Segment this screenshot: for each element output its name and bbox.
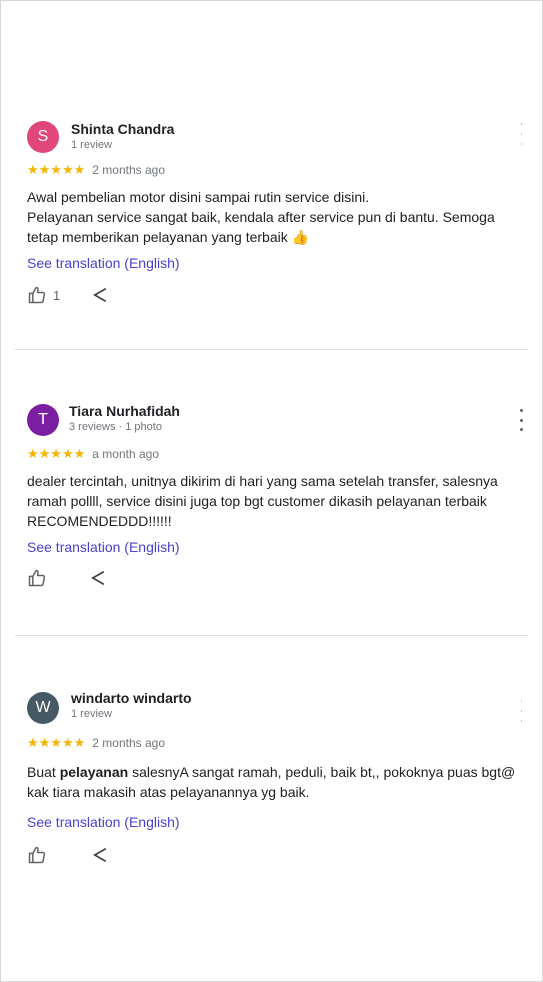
reviewer-name[interactable]: windarto windarto: [71, 690, 192, 706]
review-text-bold: pelayanan: [59, 764, 129, 780]
see-translation-link[interactable]: See translation (English): [27, 814, 180, 830]
thumb-up-icon: [28, 286, 46, 304]
thumb-up-icon: [28, 846, 46, 864]
reviewer-name[interactable]: Shinta Chandra: [71, 121, 174, 137]
share-button[interactable]: [91, 286, 109, 304]
avatar[interactable]: W: [27, 692, 59, 724]
rating-row: ★★★★★ 2 months ago: [27, 735, 165, 751]
review-actions: 1: [27, 285, 60, 305]
share-button[interactable]: [89, 569, 107, 587]
more-vert-icon: [520, 700, 522, 702]
share-icon: [91, 571, 105, 585]
avatar[interactable]: T: [27, 404, 59, 436]
reviewer-meta: 3 reviews · 1 photo: [69, 421, 162, 433]
like-button[interactable]: [27, 845, 47, 865]
review-text: Awal pembelian motor disini sampai rutin…: [27, 187, 522, 247]
review-text: Buat pelayanan salesnyA sangat ramah, pe…: [27, 762, 522, 802]
reviewer-meta: 1 review: [71, 708, 112, 720]
review-text-line: Pelayanan service sangat baik, kendala a…: [27, 209, 495, 245]
reviews-panel: S Shinta Chandra 1 review ★★★★★ 2 months…: [0, 0, 543, 982]
more-vert-icon: [519, 409, 523, 412]
see-translation-link[interactable]: See translation (English): [27, 255, 180, 271]
share-icon: [93, 848, 107, 862]
review-time: 2 months ago: [92, 736, 165, 750]
review-text: dealer tercintah, unitnya dikirim di har…: [27, 473, 498, 529]
reviewer-name[interactable]: Tiara Nurhafidah: [69, 403, 180, 419]
see-translation-link[interactable]: See translation (English): [27, 539, 180, 555]
review-time: a month ago: [92, 447, 159, 461]
like-button[interactable]: 1: [27, 285, 60, 305]
review-actions: [27, 845, 47, 865]
review-text-part: Buat: [27, 764, 60, 780]
review-text-line: Awal pembelian motor disini sampai rutin…: [27, 189, 370, 205]
like-button[interactable]: [27, 568, 47, 588]
divider: [15, 349, 528, 350]
star-rating: ★★★★★: [27, 446, 86, 461]
more-vert-icon: [520, 123, 522, 125]
more-options-button[interactable]: [515, 409, 527, 431]
rating-row: ★★★★★ 2 months ago: [27, 162, 165, 178]
like-count: 1: [53, 287, 61, 303]
reviewer-meta: 1 review: [71, 139, 112, 151]
avatar[interactable]: S: [27, 121, 59, 153]
share-button[interactable]: [91, 846, 109, 864]
more-options-button[interactable]: [515, 700, 527, 722]
share-icon: [93, 288, 107, 302]
review-actions: [27, 568, 47, 588]
star-rating: ★★★★★: [27, 735, 86, 750]
divider: [15, 635, 528, 636]
star-rating: ★★★★★: [27, 162, 86, 177]
more-options-button[interactable]: [515, 123, 527, 145]
review-time: 2 months ago: [92, 163, 165, 177]
thumb-up-icon: [28, 569, 46, 587]
rating-row: ★★★★★ a month ago: [27, 446, 159, 462]
